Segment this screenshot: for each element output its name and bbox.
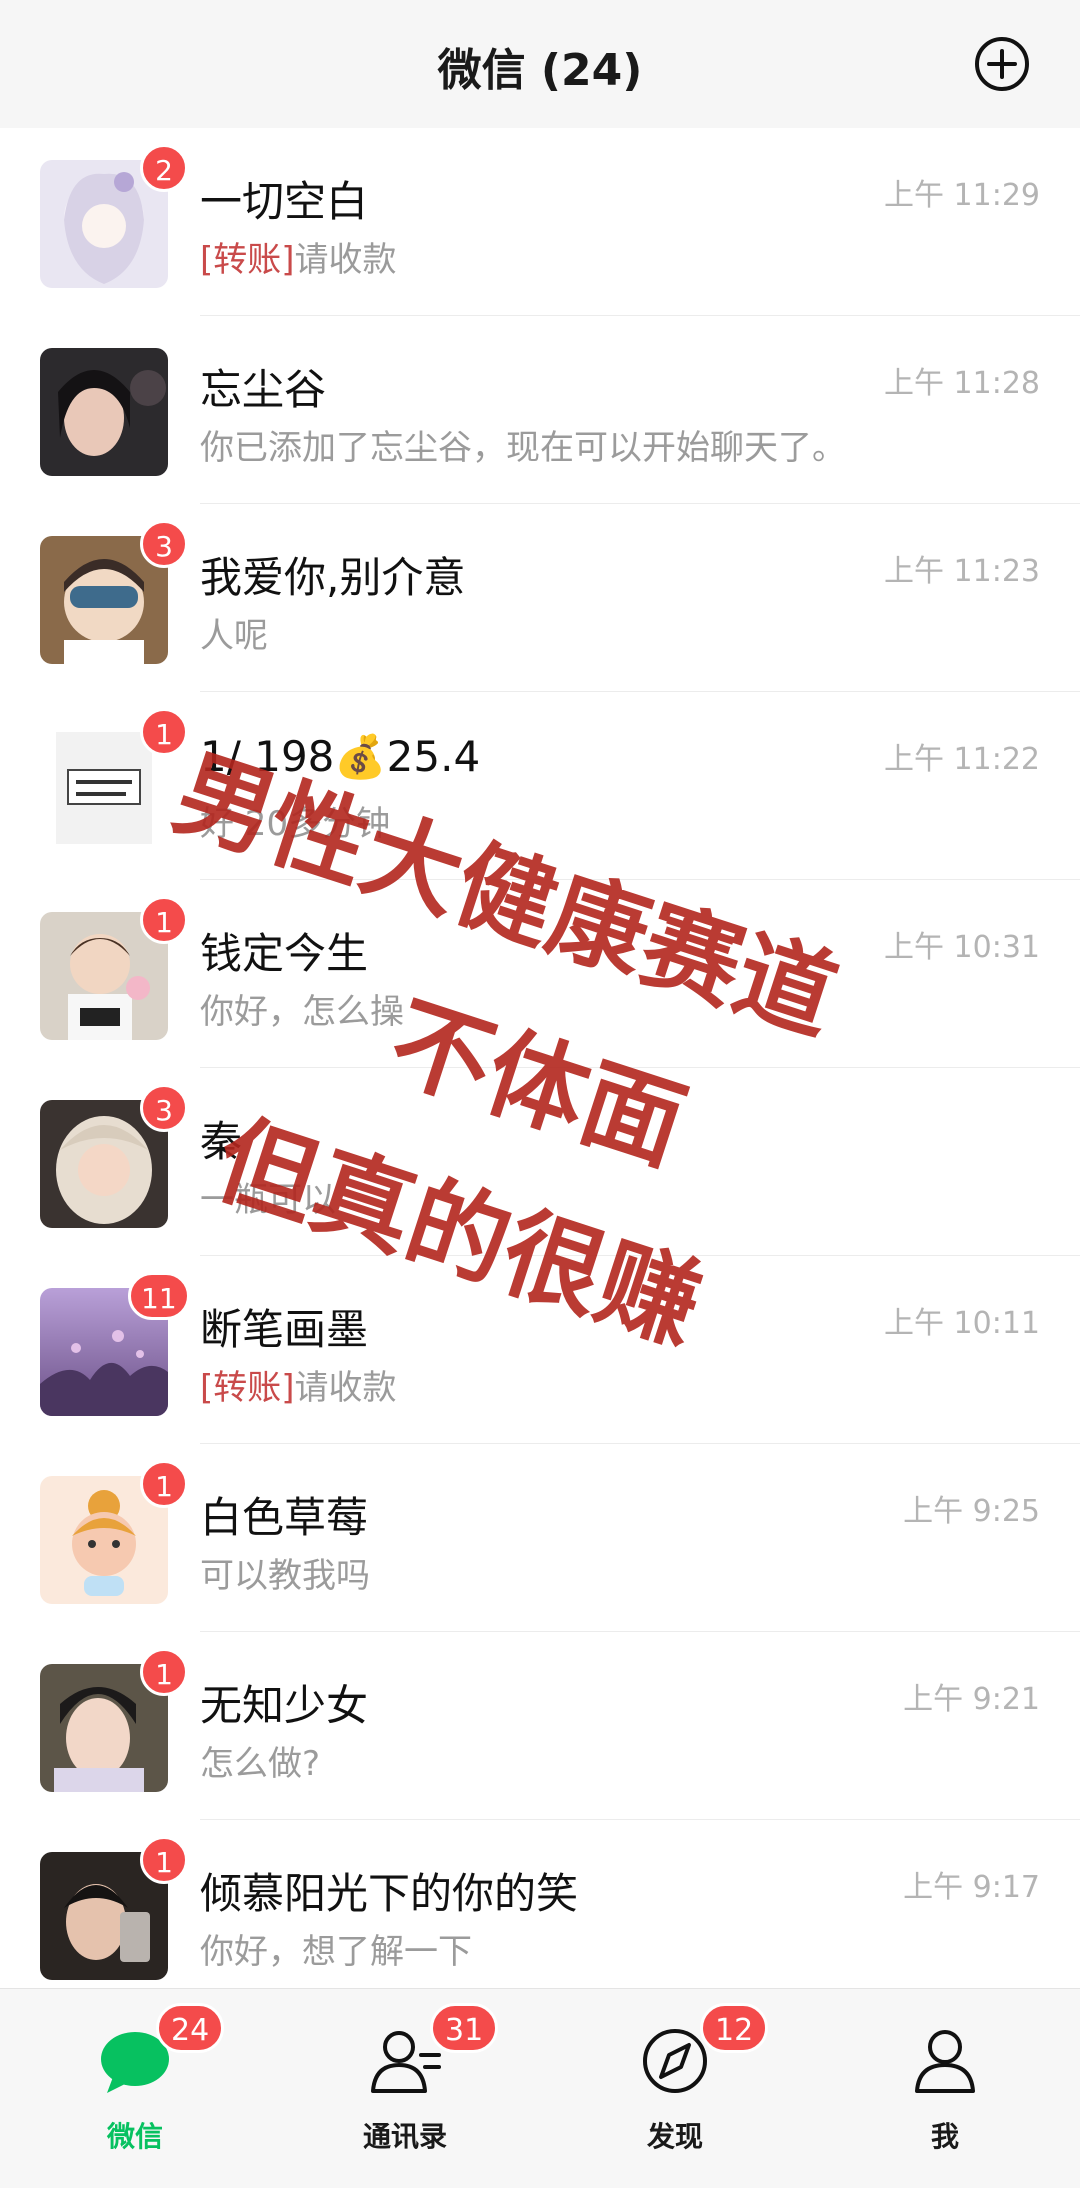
unread-badge: 11 — [128, 1272, 190, 1320]
chat-preview: 一瓶可以 — [200, 1172, 1030, 1221]
preview-text: 你已添加了忘尘谷，现在可以开始聊天了。 — [200, 428, 846, 468]
person-icon — [915, 2030, 975, 2093]
preview-text: 请收款 — [294, 1368, 397, 1408]
chat-name: 钱定今生 — [200, 929, 369, 978]
chat-time: 上午 10:31 — [884, 930, 1040, 965]
chat-row[interactable]: 3 我爱你,别介意 人呢 上午 11:23 — [0, 504, 1080, 692]
chat-row[interactable]: 1 无知少女 怎么做? 上午 9:21 — [0, 1632, 1080, 1820]
preview-text: 请收款 — [294, 240, 397, 280]
chat-list: 2 一切空白 [转账]请收款 上午 11:29 忘尘谷 你已添加了忘尘谷，现在可… — [0, 128, 1080, 1988]
chat-preview: 怎么做? — [200, 1736, 1030, 1785]
tab-contacts[interactable]: 31 通讯录 — [270, 1989, 540, 2188]
add-button[interactable] — [972, 34, 1032, 94]
chat-row[interactable]: 2 一切空白 [转账]请收款 上午 11:29 — [0, 128, 1080, 316]
plus-circle-icon — [975, 37, 1029, 91]
tab-discover[interactable]: 12 发现 — [540, 1989, 810, 2188]
transfer-tag: [转账] — [200, 1368, 295, 1408]
tab-badge: 12 — [700, 2003, 769, 2053]
chat-name: 断笔画墨 — [200, 1305, 369, 1354]
preview-text: 可以教我吗 — [200, 1556, 370, 1596]
preview-text: 人呢 — [200, 616, 268, 656]
chat-row[interactable]: 1 倾慕阳光下的你的笑 你好，想了解一下 上午 9:17 — [0, 1820, 1080, 1988]
chat-time: 上午 11:29 — [884, 178, 1040, 213]
chat-name: 一切空白 — [200, 177, 369, 226]
unread-badge: 3 — [140, 1084, 188, 1132]
chat-time: 上午 9:17 — [903, 1870, 1040, 1905]
unread-badge: 1 — [140, 1648, 188, 1696]
chat-preview: 好 20多分钟 — [200, 796, 1030, 845]
transfer-tag: [转账] — [200, 240, 295, 280]
chat-row[interactable]: 11 断笔画墨 [转账]请收款 上午 10:11 — [0, 1256, 1080, 1444]
tab-label: 通讯录 — [362, 2120, 447, 2153]
preview-text: 怎么做? — [200, 1744, 321, 1784]
chat-row[interactable]: 3 秦 一瓶可以 — [0, 1068, 1080, 1256]
top-bar: 微信 (24) — [0, 0, 1080, 128]
chat-name: 1/ 198💰25.4 — [200, 732, 481, 781]
chat-name: 白色草莓 — [200, 1493, 369, 1542]
chat-time: 上午 11:22 — [884, 742, 1040, 777]
tab-bar: 24 微信 31 通讯录 12 发现 我 — [0, 1988, 1080, 2188]
preview-text: 你好，怎么操 — [200, 992, 404, 1032]
tab-label: 发现 — [646, 2120, 703, 2153]
tab-badge: 31 — [430, 2003, 499, 2053]
chat-name: 我爱你,别介意 — [200, 553, 466, 602]
tab-label: 我 — [930, 2120, 959, 2153]
chat-row[interactable]: 忘尘谷 你已添加了忘尘谷，现在可以开始聊天了。 上午 11:28 — [0, 316, 1080, 504]
chat-preview: 你已添加了忘尘谷，现在可以开始聊天了。 — [200, 420, 1030, 469]
chat-preview: [转账]请收款 — [200, 232, 1030, 281]
chat-preview: 可以教我吗 — [200, 1548, 1030, 1597]
unread-badge: 1 — [140, 896, 188, 944]
chat-time: 上午 10:11 — [884, 1306, 1040, 1341]
chat-name: 倾慕阳光下的你的笑 — [200, 1869, 579, 1918]
chat-row[interactable]: 1 1/ 198💰25.4 好 20多分钟 上午 11:22 — [0, 692, 1080, 880]
chat-time: 上午 11:23 — [884, 554, 1040, 589]
unread-badge: 1 — [140, 1836, 188, 1884]
unread-badge: 2 — [140, 144, 188, 192]
unread-badge: 1 — [140, 1460, 188, 1508]
preview-text: 好 20多分钟 — [200, 804, 391, 844]
tab-label: 微信 — [106, 2120, 163, 2153]
chat-name: 无知少女 — [200, 1681, 369, 1730]
page-title: 微信 (24) — [437, 45, 643, 96]
tab-badge: 24 — [156, 2003, 225, 2053]
chat-preview: 人呢 — [200, 608, 1030, 657]
chat-preview: [转账]请收款 — [200, 1360, 1030, 1409]
preview-text: 你好，想了解一下 — [200, 1932, 472, 1972]
chat-time: 上午 11:28 — [884, 366, 1040, 401]
chat-time: 上午 9:25 — [903, 1494, 1040, 1529]
chat-row[interactable]: 1 钱定今生 你好，怎么操 上午 10:31 — [0, 880, 1080, 1068]
chat-name: 秦 — [200, 1117, 243, 1166]
preview-text: 一瓶可以 — [200, 1180, 336, 1220]
chat-name: 忘尘谷 — [200, 365, 327, 414]
unread-badge: 1 — [140, 708, 188, 756]
chat-preview: 你好，怎么操 — [200, 984, 1030, 1033]
chat-row[interactable]: 1 白色草莓 可以教我吗 上午 9:25 — [0, 1444, 1080, 1632]
unread-badge: 3 — [140, 520, 188, 568]
avatar — [40, 348, 168, 476]
chat-time: 上午 9:21 — [903, 1682, 1040, 1717]
tab-chats[interactable]: 24 微信 — [0, 1989, 270, 2188]
chat-preview: 你好，想了解一下 — [200, 1924, 1030, 1973]
tab-me[interactable]: 我 — [810, 1989, 1080, 2188]
